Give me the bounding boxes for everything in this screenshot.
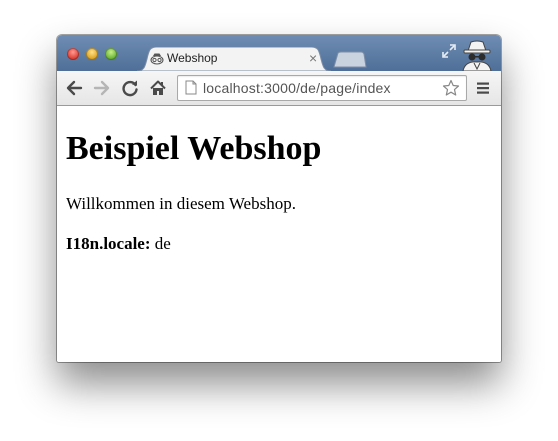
tab-webshop[interactable]: Webshop × xyxy=(137,47,331,71)
locale-value: de xyxy=(154,234,171,253)
browser-toolbar: localhost:3000/de/page/index xyxy=(57,71,501,106)
reload-icon[interactable] xyxy=(121,79,139,97)
welcome-text: Willkommen in diesem Webshop. xyxy=(66,194,296,213)
star-icon[interactable] xyxy=(442,79,460,97)
browser-window: Webshop × localhost:3000/de/page/index B… xyxy=(57,35,501,362)
fullscreen-icon[interactable] xyxy=(441,43,457,59)
new-tab-button[interactable] xyxy=(333,51,367,68)
back-arrow-icon[interactable] xyxy=(65,79,83,97)
forward-arrow-icon[interactable] xyxy=(93,79,111,97)
spy-favicon-icon xyxy=(150,53,164,65)
page-content: Beispiel Webshop Willkommen in diesem We… xyxy=(57,106,501,362)
minimize-window-button[interactable] xyxy=(86,48,98,60)
address-bar[interactable]: localhost:3000/de/page/index xyxy=(177,75,467,101)
title-bar: Webshop × xyxy=(57,35,501,71)
close-window-button[interactable] xyxy=(67,48,79,60)
zoom-window-button[interactable] xyxy=(105,48,117,60)
locale-line: I18n.locale: de xyxy=(66,234,171,254)
tab-close-icon[interactable]: × xyxy=(309,49,317,67)
tab-title: Webshop xyxy=(167,51,218,65)
locale-label: I18n.locale: xyxy=(66,234,151,253)
home-icon[interactable] xyxy=(149,79,167,97)
page-heading: Beispiel Webshop xyxy=(66,130,322,167)
url-text[interactable]: localhost:3000/de/page/index xyxy=(203,80,391,96)
menu-icon[interactable] xyxy=(476,81,490,95)
incognito-icon xyxy=(462,40,492,71)
page-icon xyxy=(185,80,197,95)
